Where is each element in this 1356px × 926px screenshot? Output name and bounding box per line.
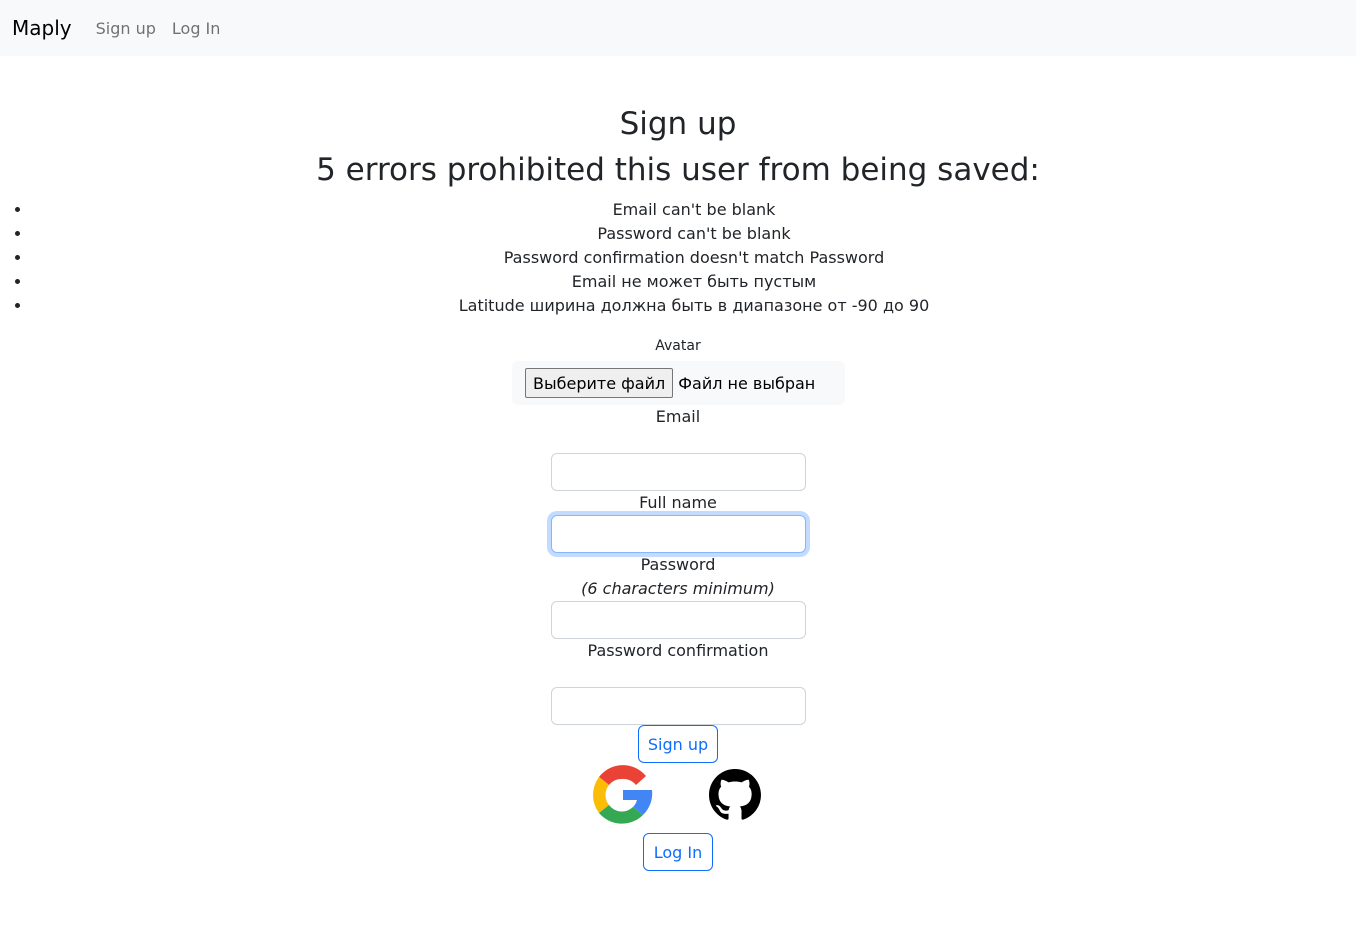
page-title: Sign up bbox=[619, 106, 737, 142]
nav-link-sign-up[interactable]: Sign up bbox=[96, 19, 156, 38]
password-label: Password bbox=[640, 555, 716, 574]
choose-file-button[interactable]: Выберите файл bbox=[525, 368, 674, 398]
error-item: Password confirmation doesn't match Pass… bbox=[32, 246, 1356, 270]
error-item: Password can't be blank bbox=[32, 222, 1356, 246]
error-item: Email не может быть пустым bbox=[32, 270, 1356, 294]
email-label: Email bbox=[655, 407, 701, 426]
nav-link-log-in[interactable]: Log In bbox=[172, 19, 221, 38]
navbar: Maply Sign up Log In bbox=[0, 0, 1356, 56]
file-status: Файл не выбран bbox=[678, 373, 816, 393]
log-in-button[interactable]: Log In bbox=[643, 833, 713, 871]
google-icon bbox=[593, 765, 653, 824]
github-icon bbox=[709, 769, 761, 820]
github-login-link[interactable] bbox=[709, 769, 761, 825]
brand-link[interactable]: Maply bbox=[12, 16, 72, 40]
error-item: Latitude ширина должна быть в диапазоне … bbox=[32, 294, 1356, 318]
password-hint: (6 characters minimum) bbox=[581, 579, 775, 598]
avatar-label: Avatar bbox=[655, 338, 701, 354]
full-name-field[interactable] bbox=[551, 515, 806, 553]
email-field[interactable] bbox=[551, 453, 806, 491]
error-list: Email can't be blank Password can't be b… bbox=[0, 198, 1356, 318]
error-item: Email can't be blank bbox=[32, 198, 1356, 222]
full-name-label: Full name bbox=[639, 493, 717, 512]
sign-up-button[interactable]: Sign up bbox=[638, 725, 718, 763]
password-confirmation-label: Password confirmation bbox=[587, 641, 769, 660]
password-confirmation-field[interactable] bbox=[551, 687, 806, 725]
password-field[interactable] bbox=[551, 601, 806, 639]
avatar-file-input[interactable]: Выберите файл Файл не выбран bbox=[512, 361, 845, 405]
google-login-link[interactable] bbox=[589, 762, 655, 832]
error-heading: 5 errors prohibited this user from being… bbox=[316, 152, 1040, 188]
